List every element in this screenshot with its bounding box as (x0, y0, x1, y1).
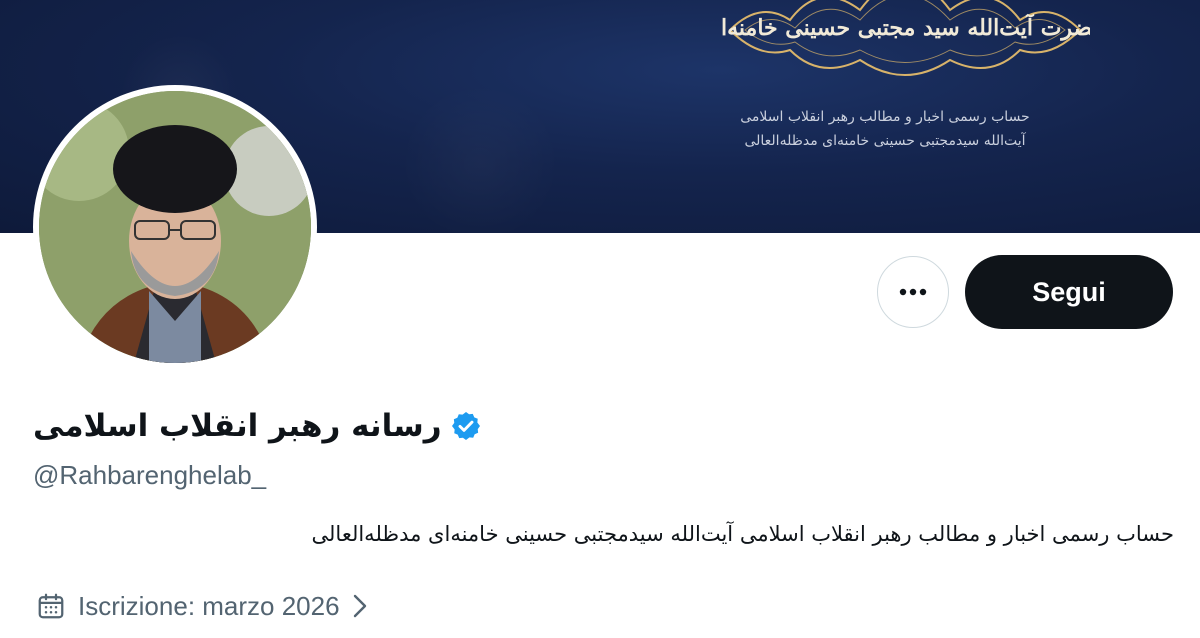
name-row: رسانه رهبر انقلاب اسلامی (33, 398, 482, 454)
more-options-button[interactable] (877, 256, 949, 328)
display-name: رسانه رهبر انقلاب اسلامی (33, 408, 442, 444)
emblem-calligraphy: حضرت آیت‌الله سید مجتبی حسینی خامنه‌ای (720, 13, 1090, 41)
calligraphy-emblem: حضرت آیت‌الله سید مجتبی حسینی خامنه‌ای (720, 0, 1090, 76)
verified-badge-icon[interactable] (450, 410, 482, 442)
profile-avatar[interactable] (33, 85, 317, 369)
user-handle: @Rahbarenghelab_ (33, 460, 267, 490)
follow-button[interactable]: Segui (965, 255, 1173, 329)
more-horizontal-icon (899, 288, 927, 296)
joined-date-text: Iscrizione: marzo 2026 (78, 590, 340, 621)
profile-bio: حساب رسمی اخبار و مطالب رهبر انقلاب اسلا… (311, 522, 1174, 546)
avatar-portrait-illustration (39, 91, 311, 363)
banner-caption-line2: آیت‌الله سیدمجتبی حسینی خامنه‌ای مدظله‌ا… (744, 133, 1026, 149)
banner-caption-line1: حساب رسمی اخبار و مطالب رهبر انقلاب اسلا… (740, 109, 1030, 125)
avatar-photo (39, 91, 311, 363)
calendar-icon (38, 593, 64, 619)
chevron-right-icon (353, 594, 366, 618)
joined-date-row[interactable]: Iscrizione: marzo 2026 (36, 586, 368, 626)
